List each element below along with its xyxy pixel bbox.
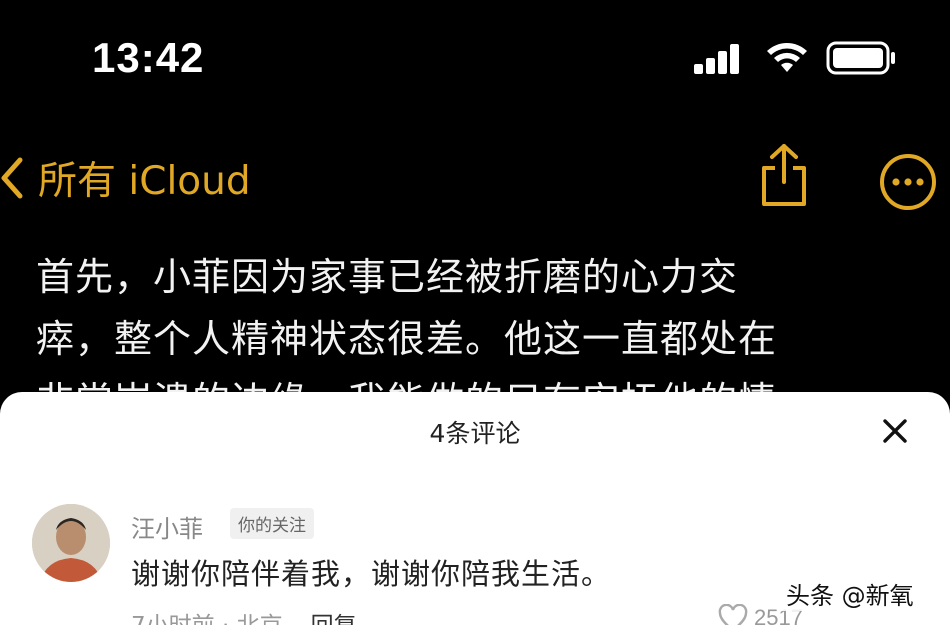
wifi-icon (767, 43, 807, 72)
share-icon[interactable] (756, 142, 812, 210)
comment-meta: 7小时前 · 北京 回复 (131, 606, 357, 625)
comments-title: 4条评论 (429, 419, 521, 448)
comment-text: 谢谢你陪伴着我，谢谢你陪我生活。 (131, 557, 612, 591)
cellular-signal-icon (694, 44, 740, 74)
comment-author[interactable]: 汪小菲 (131, 509, 203, 544)
back-label: 所有 iCloud (38, 159, 251, 204)
status-time: 13:42 (92, 34, 205, 81)
note-line: 瘁，整个人精神状态很差。他这一直都处在 (36, 317, 778, 361)
note-line: 首先，小菲因为家事已经被折磨的心力交 (36, 255, 739, 299)
avatar[interactable] (32, 504, 110, 582)
watermark: 头条 @新氧 (780, 576, 920, 611)
more-options-icon[interactable] (878, 152, 938, 212)
comment-time-location: 7小时前 · 北京 (131, 606, 283, 625)
reply-button[interactable]: 回复 (311, 606, 357, 625)
back-button[interactable]: 所有 iCloud (0, 150, 251, 206)
avatar-image (32, 504, 110, 582)
following-badge: 你的关注 (230, 508, 314, 539)
heart-icon (718, 604, 748, 625)
battery-icon (826, 41, 895, 75)
close-icon[interactable] (880, 416, 910, 446)
chevron-left-icon (1, 157, 23, 199)
